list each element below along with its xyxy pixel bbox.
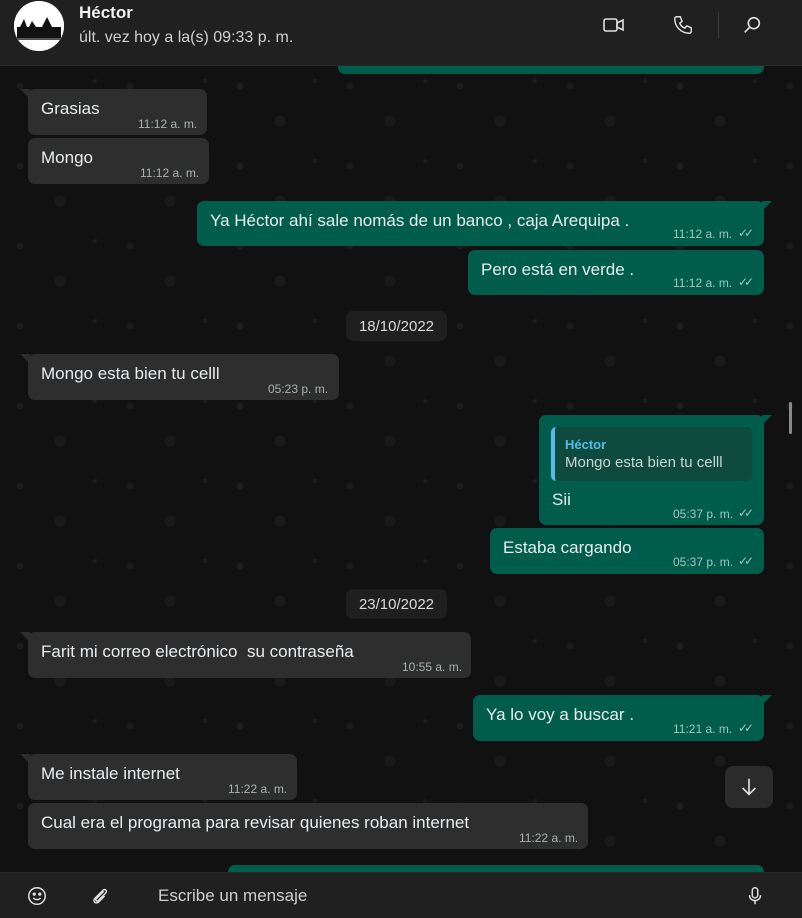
header-divider bbox=[718, 12, 719, 38]
message-bubble-outgoing[interactable]: Pero está en verde . 11:12 a. m. ✓✓ bbox=[468, 250, 764, 295]
emoji-icon[interactable] bbox=[24, 883, 50, 909]
message-bubble-incoming[interactable]: Grasias 11:12 a. m. bbox=[20, 89, 207, 135]
read-receipt-icon: ✓✓ bbox=[738, 721, 754, 735]
message-text: Estaba cargando bbox=[503, 538, 632, 557]
message-text: Pero está en verde . bbox=[481, 260, 635, 279]
message-list[interactable]: Grasias 11:12 a. m. Mongo 11:12 a. m. Ya… bbox=[0, 66, 802, 872]
search-icon[interactable] bbox=[739, 12, 765, 38]
message-bubble-incoming[interactable]: Mongo 11:12 a. m. bbox=[28, 138, 209, 184]
message-bubble-outgoing[interactable]: Estaba cargando 05:37 p. m. ✓✓ bbox=[490, 528, 764, 574]
read-receipt-icon: ✓✓ bbox=[738, 275, 754, 289]
message-text: Sii bbox=[552, 490, 571, 509]
message-bubble-incoming[interactable]: Mongo esta bien tu celll 05:23 p. m. bbox=[20, 354, 339, 400]
compose-bar bbox=[0, 872, 802, 918]
message-input[interactable] bbox=[152, 881, 712, 911]
message-bubble-outgoing[interactable]: Ya lo voy a buscar . 11:21 a. m. ✓✓ bbox=[473, 695, 772, 741]
message-text: Farit mi correo electrónico su contraseñ… bbox=[41, 642, 354, 661]
read-receipt-icon: ✓✓ bbox=[738, 554, 754, 568]
message-time: 05:37 p. m. bbox=[673, 555, 734, 569]
microphone-icon[interactable] bbox=[742, 883, 768, 909]
message-time: 10:55 a. m. bbox=[402, 660, 463, 674]
quoted-text: Mongo esta bien tu celll bbox=[565, 454, 723, 471]
message-time: 11:12 a. m. bbox=[140, 166, 200, 180]
message-time: 11:22 a. m. bbox=[519, 831, 579, 845]
message-time: 11:12 a. m. bbox=[673, 276, 733, 290]
quoted-author: Héctor bbox=[565, 437, 607, 452]
last-seen-status: últ. vez hoy a la(s) 09:33 p. m. bbox=[79, 29, 294, 46]
message-time: 11:21 a. m. bbox=[673, 722, 733, 736]
contact-name[interactable]: Héctor bbox=[79, 3, 133, 23]
message-bubble-partial bbox=[228, 865, 764, 872]
message-bubble-outgoing[interactable]: Ya Héctor ahí sale nomás de un banco , c… bbox=[197, 201, 772, 246]
message-text: Cual era el programa para revisar quiene… bbox=[41, 813, 470, 832]
read-receipt-icon: ✓✓ bbox=[738, 506, 754, 520]
message-bubble-incoming[interactable]: Me instale internet 11:22 a. m. bbox=[20, 754, 297, 800]
message-time: 05:23 p. m. bbox=[268, 382, 329, 396]
message-text: Me instale internet bbox=[41, 764, 180, 783]
message-bubble-partial bbox=[338, 66, 764, 74]
message-time: 11:12 a. m. bbox=[138, 117, 198, 131]
message-text: Ya Héctor ahí sale nomás de un banco , c… bbox=[210, 211, 630, 230]
message-text: Mongo esta bien tu celll bbox=[41, 364, 220, 383]
read-receipt-icon: ✓✓ bbox=[738, 226, 754, 240]
message-text: Ya lo voy a buscar . bbox=[486, 705, 635, 724]
message-bubble-incoming[interactable]: Farit mi correo electrónico su contraseñ… bbox=[20, 632, 471, 678]
avatar-image bbox=[14, 1, 64, 51]
date-separator: 18/10/2022 bbox=[346, 311, 447, 341]
message-bubble-incoming[interactable]: Cual era el programa para revisar quiene… bbox=[28, 803, 588, 849]
quoted-message[interactable]: Héctor Mongo esta bien tu celll bbox=[551, 427, 752, 481]
scroll-to-bottom-button[interactable] bbox=[725, 766, 773, 808]
message-time: 05:37 p. m. bbox=[673, 507, 734, 521]
paperclip-icon[interactable] bbox=[87, 883, 113, 909]
chat-header: Héctor últ. vez hoy a la(s) 09:33 p. m. bbox=[0, 0, 802, 66]
date-separator: 23/10/2022 bbox=[346, 589, 447, 619]
message-text: Grasias bbox=[41, 99, 100, 118]
message-bubble-outgoing-reply[interactable]: Héctor Mongo esta bien tu celll Sii 05:3… bbox=[539, 415, 772, 525]
scrollbar-thumb[interactable] bbox=[789, 402, 792, 434]
video-camera-icon[interactable] bbox=[601, 12, 627, 38]
message-text: Mongo bbox=[41, 148, 93, 167]
arrow-down-icon bbox=[741, 778, 757, 796]
phone-icon[interactable] bbox=[670, 12, 696, 38]
message-time: 11:12 a. m. bbox=[673, 227, 733, 241]
message-time: 11:22 a. m. bbox=[228, 782, 288, 796]
avatar[interactable] bbox=[14, 1, 64, 51]
